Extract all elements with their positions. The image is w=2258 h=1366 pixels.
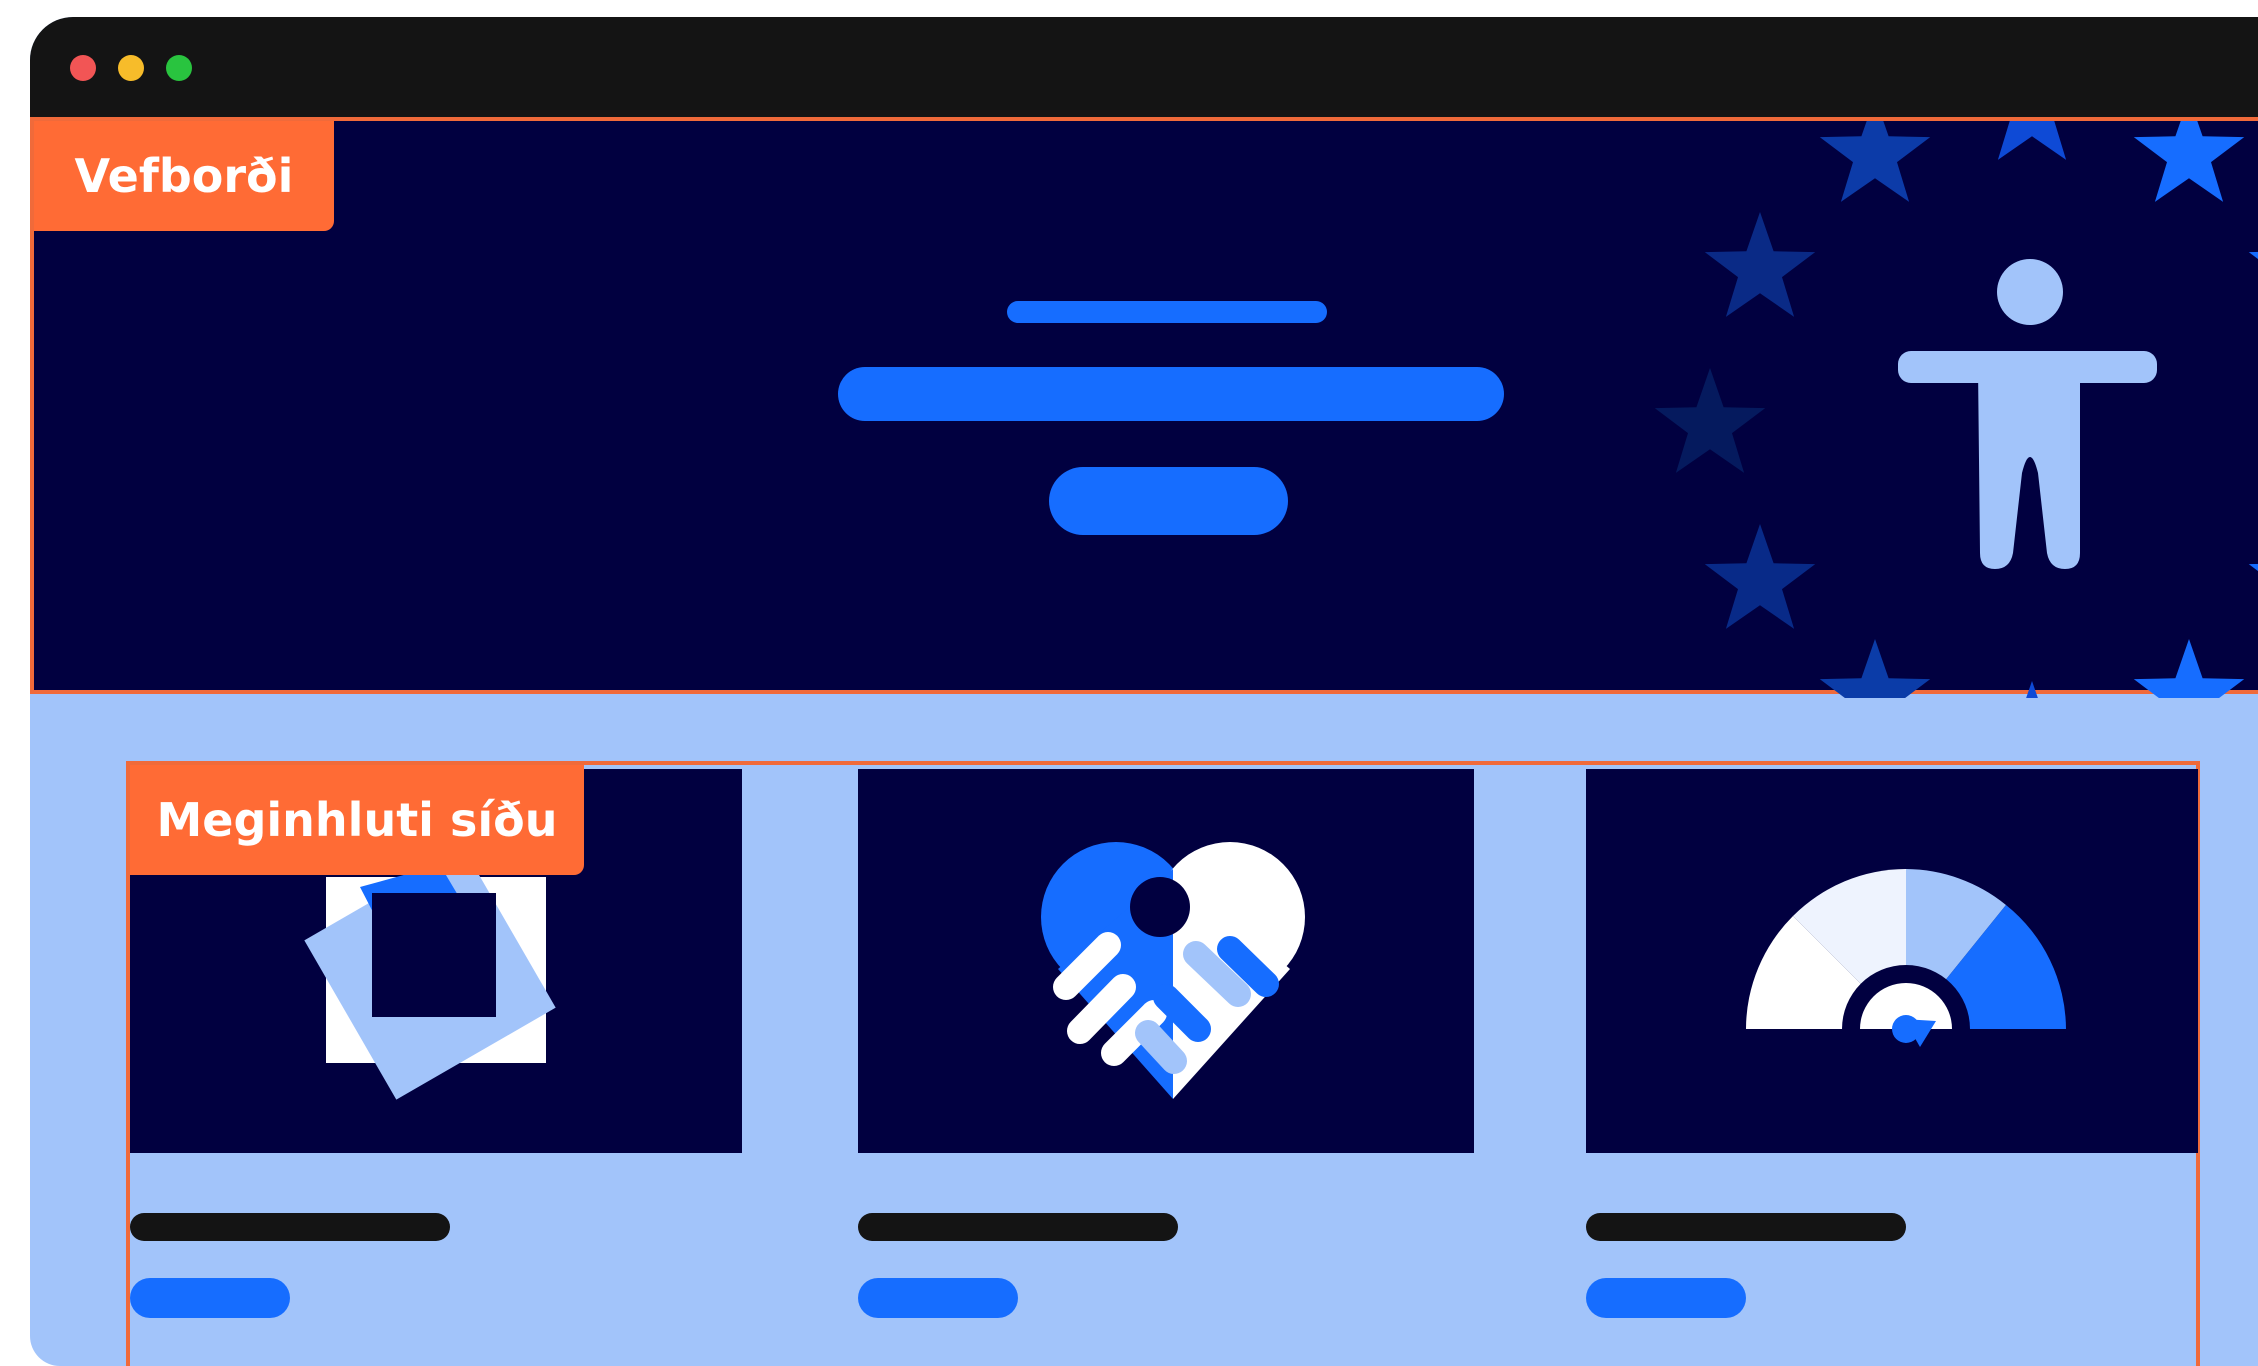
hero-region-label: Vefborði bbox=[34, 121, 334, 231]
star-icon bbox=[2248, 212, 2258, 317]
browser-window: Vefborði Meginhluti síðu bbox=[30, 17, 2258, 1366]
star-icon bbox=[1654, 368, 1766, 473]
star-icon bbox=[2133, 121, 2245, 202]
stars-ring-icon bbox=[1654, 121, 2258, 698]
card-link-placeholder[interactable] bbox=[1586, 1278, 1746, 1318]
main-content-region: Meginhluti síðu bbox=[126, 761, 2200, 1366]
hero-cta-button bbox=[1049, 467, 1288, 535]
title-bar bbox=[30, 17, 2258, 117]
star-icon bbox=[1704, 212, 1816, 317]
card-title-placeholder bbox=[858, 1213, 1178, 1241]
card-link-placeholder[interactable] bbox=[130, 1278, 290, 1318]
card-image-2[interactable] bbox=[858, 769, 1474, 1153]
card-title-placeholder bbox=[1586, 1213, 1906, 1241]
star-icon bbox=[1976, 681, 2088, 698]
star-icon bbox=[1976, 121, 2088, 160]
maximize-window-button[interactable] bbox=[166, 55, 192, 81]
star-icon bbox=[2133, 639, 2245, 698]
gauge-meter-icon bbox=[1746, 869, 2066, 1109]
close-window-button[interactable] bbox=[70, 55, 96, 81]
star-icon bbox=[1819, 121, 1931, 202]
hero-title-placeholder bbox=[838, 367, 1504, 421]
minimize-window-button[interactable] bbox=[118, 55, 144, 81]
star-icon bbox=[1819, 639, 1931, 698]
accessibility-person-icon bbox=[1898, 259, 2157, 569]
handshake-heart-icon bbox=[1041, 842, 1305, 1099]
main-region-label: Meginhluti síðu bbox=[130, 765, 584, 875]
hero-decoration bbox=[838, 121, 2258, 698]
star-icon bbox=[2248, 524, 2258, 629]
card-link-placeholder[interactable] bbox=[858, 1278, 1018, 1318]
hero-subtitle-placeholder bbox=[1007, 301, 1327, 323]
star-icon bbox=[1704, 524, 1816, 629]
card-title-placeholder bbox=[130, 1213, 450, 1241]
hero-banner: Vefborði bbox=[30, 117, 2258, 698]
card-image-3[interactable] bbox=[1586, 769, 2198, 1153]
